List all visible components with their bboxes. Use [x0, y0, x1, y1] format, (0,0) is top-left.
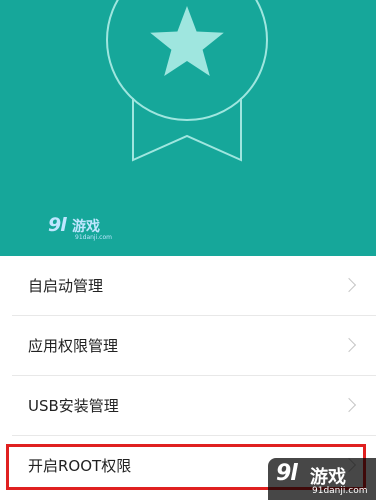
corner-watermark: 9l 游戏 91danji.com: [268, 458, 376, 500]
menu-item-autostart[interactable]: 自启动管理: [0, 256, 376, 316]
header-banner: 9l 游戏 91danji.com: [0, 0, 376, 256]
menu-item-label: 开启ROOT权限: [28, 457, 132, 475]
menu-item-app-permissions[interactable]: 应用权限管理: [0, 316, 376, 376]
menu-item-label: USB安装管理: [28, 397, 119, 415]
menu-item-label: 应用权限管理: [28, 337, 119, 355]
menu-item-label: 自启动管理: [28, 277, 104, 295]
chevron-right-icon: [341, 277, 357, 293]
chevron-right-icon: [341, 337, 357, 353]
chevron-right-icon: [341, 397, 357, 413]
menu-item-usb-install[interactable]: USB安装管理: [0, 376, 376, 436]
star-icon: [150, 6, 224, 76]
watermark-logo: 9l 游戏 91danji.com: [48, 214, 112, 241]
